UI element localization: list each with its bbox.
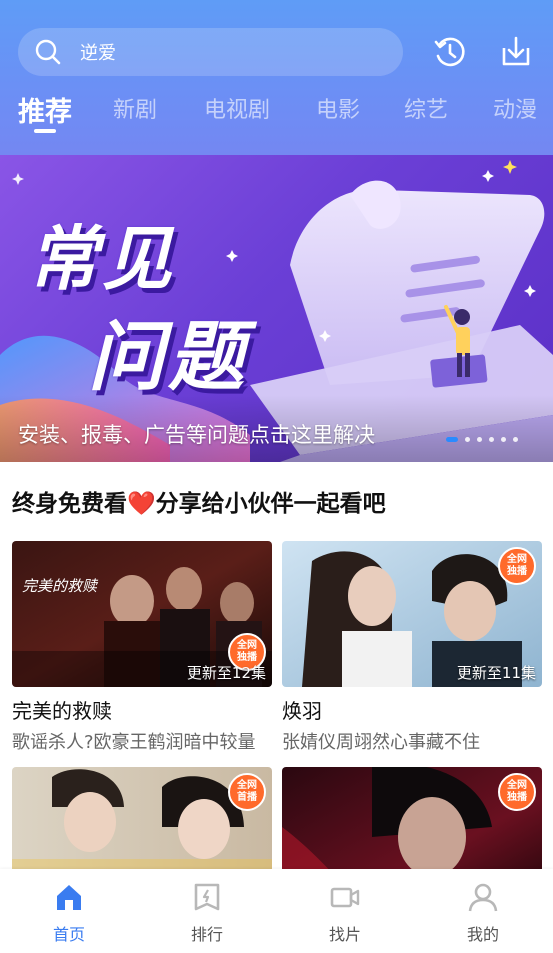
nav-label: 首页 — [52, 925, 85, 944]
search-icon — [35, 39, 61, 65]
nav-label: 找片 — [328, 925, 361, 944]
carousel-dot[interactable] — [513, 437, 518, 442]
search-bar[interactable]: 逆爱 — [18, 28, 403, 76]
nav-label: 排行 — [190, 925, 223, 944]
section-title: 终身免费看❤️分享给小伙伴一起看吧 — [12, 484, 386, 518]
badge-line-2: 独播 — [507, 566, 527, 577]
video-camera-icon — [330, 887, 360, 908]
section-title-part1: 终身免费看 — [12, 491, 127, 517]
banner-illustration — [0, 160, 553, 462]
tab-tv-series[interactable]: 电视剧 — [204, 92, 270, 124]
tab-movie[interactable]: 电影 — [316, 92, 360, 124]
drama-poster[interactable]: 完美的救赎 全网 独播 更新至12集 — [12, 541, 272, 687]
badge-line-1: 全网 — [237, 780, 257, 791]
drama-poster[interactable]: 全网 独播 更新至11集 — [282, 541, 542, 687]
drama-title[interactable]: 完美的救赎 — [12, 695, 272, 724]
section-title-part2: 分享给小伙伴一起看吧 — [155, 491, 386, 517]
poster-title-text: 完美的救赎 — [22, 577, 98, 595]
badge-line-1: 全网 — [237, 640, 257, 651]
tab-variety[interactable]: 综艺 — [404, 92, 448, 124]
carousel-dot[interactable] — [465, 437, 470, 442]
drama-card[interactable]: 全网 独播 更新至11集 焕羽 张婧仪周翊然心事藏不住 — [282, 541, 542, 754]
ranking-icon — [194, 883, 220, 911]
heart-icon: ❤️ — [127, 491, 156, 517]
nav-find[interactable]: 找片 — [305, 881, 385, 945]
category-tabs: 推荐 新剧 电视剧 电影 综艺 动漫 — [0, 92, 553, 138]
premiere-badge: 全网 首播 — [228, 773, 266, 811]
app-header: 逆爱 推荐 新剧 电视剧 电影 综艺 动漫 — [0, 0, 553, 155]
banner-headline-2: 问题 — [88, 312, 248, 401]
home-icon — [57, 885, 81, 910]
download-icon[interactable] — [498, 34, 534, 70]
tab-anime[interactable]: 动漫 — [493, 92, 537, 124]
drama-description: 张婧仪周翊然心事藏不住 — [282, 732, 480, 753]
faq-banner[interactable]: 常见 问题 安装、报毒、广告等问题点击这里解决 — [0, 155, 553, 462]
carousel-dots — [446, 437, 518, 443]
active-tab-indicator — [34, 129, 56, 133]
banner-headline-1: 常见 — [28, 218, 176, 300]
nav-home[interactable]: 首页 — [29, 881, 109, 945]
badge-line-2: 独播 — [507, 792, 527, 803]
drama-title[interactable]: 焕羽 — [282, 695, 542, 724]
user-icon — [468, 883, 498, 912]
tab-recommend[interactable]: 推荐 — [18, 90, 72, 129]
carousel-dot[interactable] — [477, 437, 482, 442]
bottom-navigation: 首页 排行 找片 我的 — [0, 869, 553, 953]
nav-label: 我的 — [466, 925, 499, 944]
exclusive-badge: 全网 独播 — [498, 773, 536, 811]
drama-card[interactable]: 完美的救赎 全网 独播 更新至12集 完美的救赎 歌谣杀人?欧豪王鹤润暗中较量 — [12, 541, 272, 754]
drama-description: 歌谣杀人?欧豪王鹤润暗中较量 — [12, 732, 256, 753]
badge-line-1: 全网 — [507, 780, 527, 791]
history-icon[interactable] — [432, 34, 468, 70]
episode-status: 更新至12集 — [186, 664, 266, 682]
nav-ranking[interactable]: 排行 — [167, 881, 247, 945]
tab-new-drama[interactable]: 新剧 — [113, 92, 157, 124]
badge-line-1: 全网 — [507, 554, 527, 565]
banner-caption: 安装、报毒、广告等问题点击这里解决 — [18, 423, 375, 447]
carousel-dot[interactable] — [501, 437, 506, 442]
carousel-dot[interactable] — [446, 437, 458, 442]
carousel-dot[interactable] — [489, 437, 494, 442]
search-text: 逆爱 — [80, 43, 116, 64]
exclusive-badge: 全网 独播 — [498, 547, 536, 585]
episode-status: 更新至11集 — [456, 664, 536, 682]
nav-profile[interactable]: 我的 — [443, 881, 523, 945]
badge-line-2: 首播 — [237, 792, 257, 803]
